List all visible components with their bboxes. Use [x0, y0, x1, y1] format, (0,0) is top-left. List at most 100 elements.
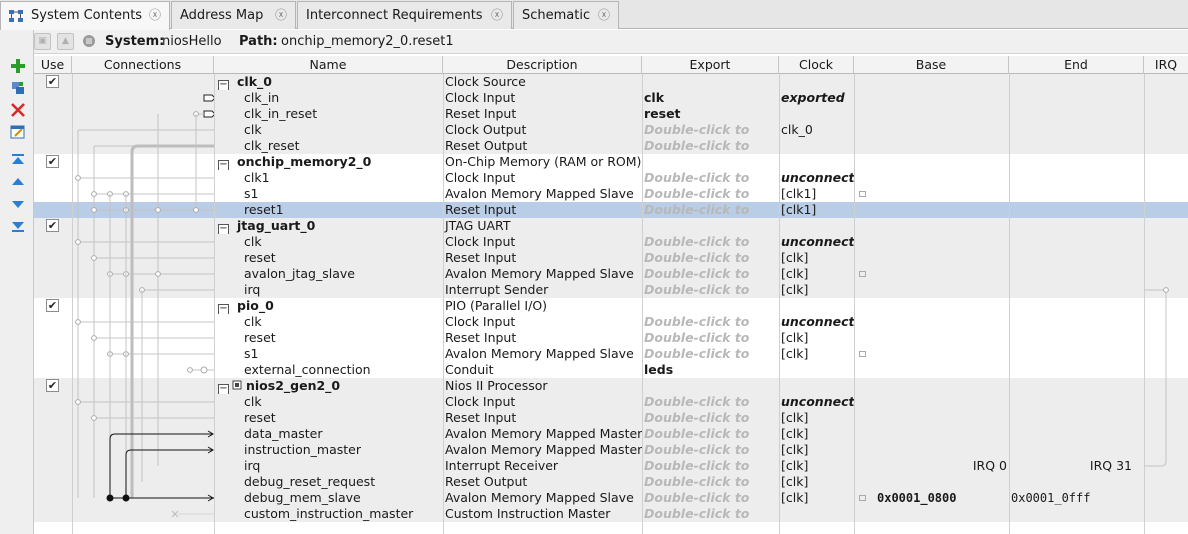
use-checkbox[interactable]: ✔	[46, 75, 59, 88]
export-cell[interactable]: Double-click to	[642, 410, 779, 426]
export-cell[interactable]: Double-click to	[642, 314, 779, 330]
interface-name[interactable]: custom_instruction_master	[214, 506, 443, 522]
clock-cell[interactable]	[779, 378, 854, 394]
interface-name[interactable]: debug_mem_slave	[214, 490, 443, 506]
clock-value[interactable]: [clk]	[781, 282, 808, 297]
module-name[interactable]: − jtag_uart_0	[214, 218, 443, 234]
export-value[interactable]: Double-click to	[644, 426, 749, 441]
module-name[interactable]: − onchip_memory2_0	[214, 154, 443, 170]
export-value[interactable]: Double-click to	[644, 474, 749, 489]
export-cell[interactable]: Double-click to	[642, 346, 779, 362]
export-cell[interactable]: Double-click to	[642, 122, 779, 138]
lock-icon[interactable]	[859, 351, 866, 357]
collapse-icon[interactable]: −	[218, 80, 229, 90]
export-cell[interactable]	[642, 378, 779, 394]
interface-name[interactable]: debug_reset_request	[214, 474, 443, 490]
export-cell[interactable]: Double-click to	[642, 202, 779, 218]
base-cell[interactable]	[854, 170, 1009, 186]
move-top-button[interactable]	[8, 150, 28, 170]
edit-parameters-button[interactable]	[8, 122, 28, 142]
connection-node[interactable]	[193, 207, 199, 213]
base-cell[interactable]	[854, 218, 1009, 234]
interface-name[interactable]: irq	[214, 282, 443, 298]
tab-system-contents[interactable]: System Contents ⓧ	[0, 1, 170, 30]
move-bottom-button[interactable]	[8, 216, 28, 236]
irq-node[interactable]	[1163, 287, 1169, 293]
clock-cell[interactable]: [clk]	[779, 282, 854, 298]
lock-icon[interactable]	[859, 271, 866, 277]
base-cell[interactable]	[854, 394, 1009, 410]
close-icon[interactable]: ⓧ	[275, 2, 287, 28]
master-connection[interactable]	[109, 433, 212, 498]
interface-name[interactable]: clk	[214, 314, 443, 330]
export-value[interactable]: Double-click to	[644, 138, 749, 153]
clock-value[interactable]: [clk]	[781, 442, 808, 457]
connection-node[interactable]	[75, 239, 81, 245]
export-cell[interactable]: Double-click to	[642, 282, 779, 298]
base-cell[interactable]	[854, 314, 1009, 330]
remove-button[interactable]	[8, 100, 28, 120]
base-cell[interactable]	[854, 346, 1009, 362]
connection-node[interactable]	[155, 271, 161, 277]
base-cell[interactable]	[854, 426, 1009, 442]
interface-name[interactable]: clk_in_reset	[214, 106, 443, 122]
connection-node[interactable]	[75, 319, 81, 325]
export-value[interactable]: Double-click to	[644, 314, 749, 329]
export-port-marker[interactable]	[203, 110, 214, 118]
close-icon[interactable]: ⓧ	[598, 2, 610, 28]
column-header-description[interactable]: Description	[443, 56, 642, 74]
irq-connection-line[interactable]	[1144, 74, 1188, 534]
interface-name[interactable]: clk	[214, 122, 443, 138]
base-cell[interactable]	[854, 474, 1009, 490]
clock-cell[interactable]: unconnected	[779, 394, 854, 410]
edit-system-button[interactable]	[8, 78, 28, 98]
export-value[interactable]: leds	[644, 362, 673, 377]
export-cell[interactable]	[642, 298, 779, 314]
export-cell[interactable]: Double-click to	[642, 186, 779, 202]
base-cell[interactable]	[854, 362, 1009, 378]
clock-value[interactable]: [clk]	[781, 266, 808, 281]
clock-cell[interactable]	[779, 74, 854, 90]
column-header-end[interactable]: End	[1009, 56, 1144, 74]
base-cell[interactable]	[854, 90, 1009, 106]
export-value[interactable]: Double-click to	[644, 282, 749, 297]
export-cell[interactable]: Double-click to	[642, 394, 779, 410]
base-cell[interactable]	[854, 266, 1009, 282]
connection-node[interactable]	[91, 415, 97, 421]
base-cell[interactable]	[854, 410, 1009, 426]
clock-cell[interactable]	[779, 106, 854, 122]
export-value[interactable]: Double-click to	[644, 330, 749, 345]
export-cell[interactable]: Double-click to	[642, 330, 779, 346]
collapse-all-button[interactable]: ▣	[34, 33, 51, 50]
base-cell[interactable]	[854, 330, 1009, 346]
export-cell[interactable]: Double-click to	[642, 138, 779, 154]
clock-cell[interactable]: clk_0	[779, 122, 854, 138]
export-cell[interactable]	[642, 74, 779, 90]
base-cell[interactable]	[854, 138, 1009, 154]
collapse-icon[interactable]: −	[218, 224, 229, 234]
clock-cell[interactable]: unconnected	[779, 314, 854, 330]
interface-name[interactable]: reset	[214, 250, 443, 266]
export-value[interactable]: Double-click to	[644, 202, 749, 217]
add-component-button[interactable]	[8, 56, 28, 76]
module-name[interactable]: − pio_0	[214, 298, 443, 314]
clock-value[interactable]: [clk]	[781, 474, 808, 489]
connection-node[interactable]	[91, 255, 97, 261]
collapse-icon[interactable]: −	[218, 304, 229, 314]
base-cell[interactable]	[854, 298, 1009, 314]
export-value[interactable]: Double-click to	[644, 506, 749, 521]
export-value[interactable]: Double-click to	[644, 490, 749, 505]
clock-cell[interactable]: [clk]	[779, 266, 854, 282]
interface-name[interactable]: external_connection	[214, 362, 443, 378]
close-icon[interactable]: ⓧ	[491, 2, 503, 28]
connection-node[interactable]	[91, 207, 97, 213]
module-name[interactable]: − clk_0	[214, 74, 443, 90]
base-cell[interactable]	[854, 378, 1009, 394]
clock-cell[interactable]: [clk]	[779, 346, 854, 362]
base-cell[interactable]	[854, 122, 1009, 138]
clock-cell[interactable]	[779, 138, 854, 154]
clock-value[interactable]: [clk]	[781, 458, 808, 473]
interface-name[interactable]: clk1	[214, 170, 443, 186]
interface-name[interactable]: instruction_master	[214, 442, 443, 458]
connection-node[interactable]	[91, 335, 97, 341]
